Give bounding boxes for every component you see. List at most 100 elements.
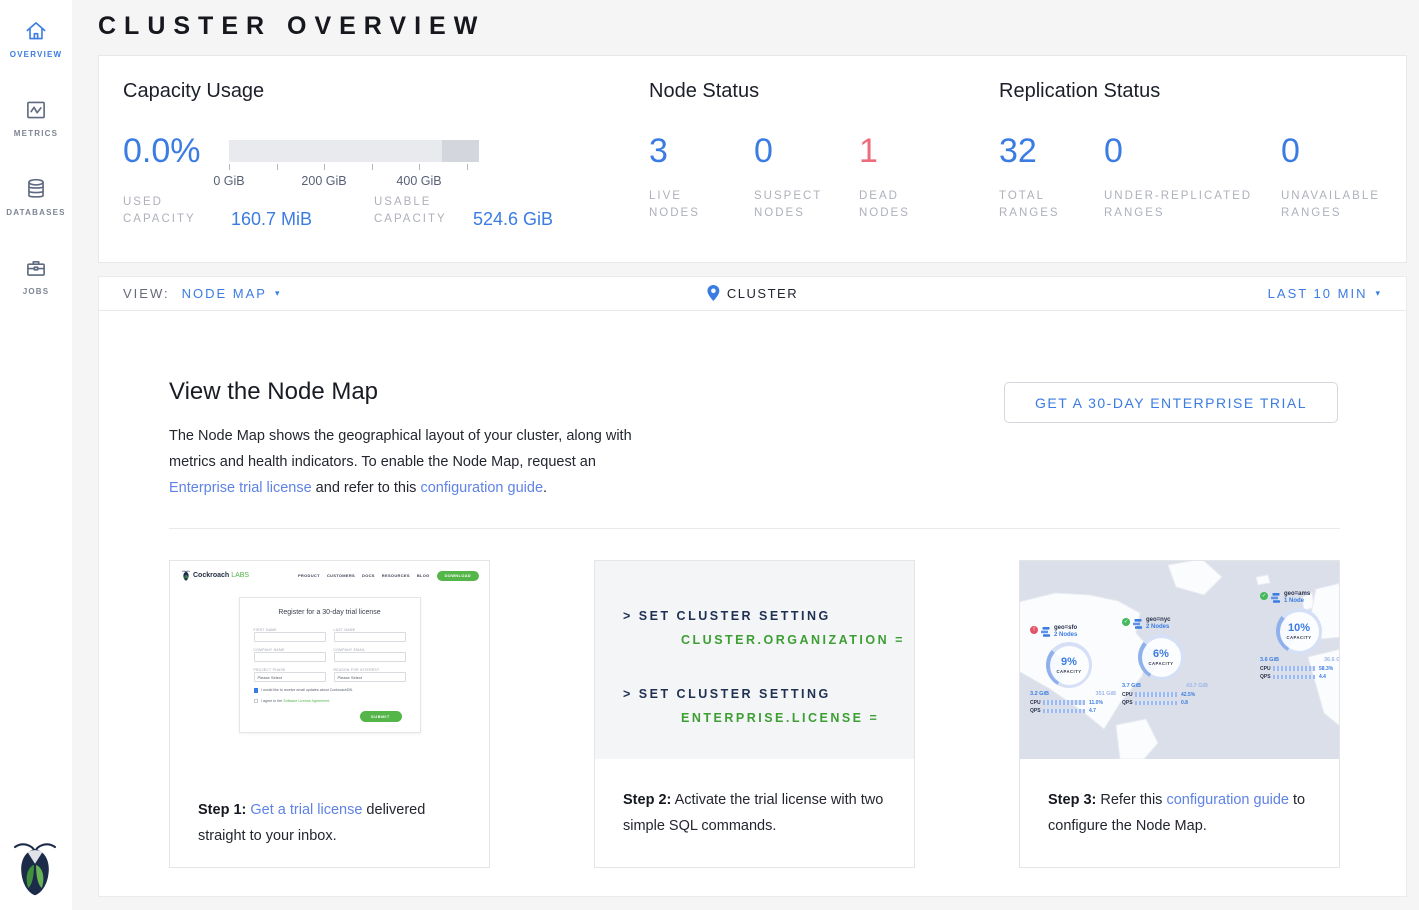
qps-value: 0.8 [1181, 700, 1188, 706]
unavailable-ranges-stat: 0 UNAVAILABLE RANGES [1281, 132, 1411, 222]
configuration-guide-link[interactable]: configuration guide [420, 480, 543, 496]
step3-card: ! geo=sfo2 Nodes 9% CAPACITY 3.2 GiB351 … [1019, 560, 1340, 868]
capacity-ring: 6% CAPACITY [1138, 634, 1184, 680]
checkbox-label: I would like to receive email updates ab… [261, 688, 353, 692]
node-count: 2 Nodes [1146, 624, 1171, 630]
sidebar-item-databases[interactable]: DATABASES [0, 176, 72, 217]
map-node-sfo: ! geo=sfo2 Nodes 9% CAPACITY 3.2 GiB351 … [1030, 625, 1124, 714]
cpu-label: CPU [1030, 700, 1043, 706]
enterprise-trial-license-link[interactable]: Enterprise trial license [169, 480, 312, 496]
capacity-bar-nonusable-segment [442, 140, 480, 162]
step1-card: Cockroach LABS PRODUCT CUSTOMERS DOCS RE… [169, 560, 490, 868]
node-map-preview-image: ! geo=sfo2 Nodes 9% CAPACITY 3.2 GiB351 … [1020, 561, 1339, 759]
nodes-stack-icon [1041, 627, 1051, 637]
brand-suffix: LABS [231, 572, 249, 579]
sql-line: CLUSTER.ORGANIZATION = [623, 628, 914, 652]
sql-code-block: > SET CLUSTER SETTING CLUSTER.ORGANIZATI… [595, 561, 914, 759]
sidebar-item-metrics[interactable]: METRICS [0, 97, 72, 138]
capacity-percent: 9% [1061, 656, 1077, 668]
usable-capacity-value: 524.6 GiB [473, 209, 553, 230]
node-status-section: Node Status 3 LIVE NODES 0 SUSPECT NODES… [649, 56, 989, 262]
sidebar-item-overview[interactable]: OVERVIEW [0, 18, 72, 59]
capacity-ring: 9% CAPACITY [1046, 642, 1092, 688]
section-title: Node Status [649, 80, 759, 103]
used-capacity-value: 160.7 MiB [231, 209, 312, 230]
dead-nodes-stat: 1 DEAD NODES [859, 132, 964, 222]
nodes-stack-icon [1133, 619, 1143, 629]
locality-name: geo=sfo [1054, 625, 1077, 631]
total-capacity: 43.7 GiB [1186, 683, 1208, 689]
capacity-percent: 6% [1153, 648, 1169, 660]
last-name-input [334, 632, 406, 642]
step-number: Step 3: [1048, 792, 1096, 808]
sidebar-item-jobs[interactable]: JOBS [0, 255, 72, 296]
map-node-nyc: ✓ geo=nyc2 Nodes 6% CAPACITY 3.7 GiB43.7… [1122, 617, 1216, 706]
cockroach-labs-logo [14, 840, 56, 896]
locality-name: geo=ams [1284, 591, 1310, 597]
page-title: CLUSTER OVERVIEW [98, 12, 485, 41]
stat-label: UNDER-REPLICATED RANGES [1104, 188, 1264, 222]
configuration-guide-link[interactable]: configuration guide [1166, 792, 1289, 808]
cpu-value: 11.0% [1089, 700, 1103, 706]
email-updates-checkbox [254, 688, 259, 693]
metrics-chart-icon [23, 97, 49, 123]
sidebar-item-label: DATABASES [0, 208, 72, 217]
cpu-label: CPU [1260, 666, 1273, 672]
sidebar-item-label: JOBS [0, 287, 72, 296]
capacity-label: CAPACITY [1056, 669, 1081, 674]
nodes-stack-icon [1271, 593, 1281, 603]
qps-label: QPS [1260, 674, 1273, 680]
sql-line: ENTERPRISE.LICENSE = [623, 706, 914, 730]
time-range-dropdown[interactable]: LAST 10 MIN ▾ [1268, 286, 1382, 301]
description-text: The Node Map shows the geographical layo… [169, 428, 632, 470]
cpu-bar [1273, 666, 1315, 671]
license-agree-checkbox [254, 699, 259, 704]
get-trial-license-link[interactable]: Get a trial license [250, 802, 362, 818]
main-content: CLUSTER OVERVIEW Capacity Usage 0.0% 0 G… [72, 0, 1419, 910]
chevron-down-icon: ▾ [275, 288, 282, 299]
capacity-percent: 10% [1288, 622, 1310, 634]
site-nav: PRODUCT CUSTOMERS DOCS RESOURCES BLOG DO… [298, 571, 479, 581]
caption-text: Refer this [1096, 792, 1166, 808]
cpu-value: 42.5% [1181, 692, 1195, 698]
database-icon [23, 176, 49, 202]
capacity-label: CAPACITY [1148, 661, 1173, 666]
cluster-summary-card: Capacity Usage 0.0% 0 GiB 200 GiB 400 Gi… [98, 55, 1407, 263]
usable-capacity-label: USABLE CAPACITY [374, 194, 474, 228]
location-pin-icon [707, 285, 719, 301]
total-capacity: 351 GiB [1096, 691, 1116, 697]
form-title: Register for a 30-day trial license [254, 609, 406, 616]
chevron-down-icon: ▾ [1375, 288, 1382, 299]
axis-tick-label: 0 GiB [213, 174, 244, 188]
used-capacity: 3.7 GiB [1122, 683, 1141, 689]
sql-line: > SET CLUSTER SETTING [623, 682, 914, 706]
cockroach-bug-icon [182, 570, 190, 581]
view-label: VIEW: [123, 286, 170, 301]
overview-panel: VIEW: NODE MAP ▾ CLUSTER LAST 10 MIN ▾ V… [98, 276, 1407, 897]
replication-status-section: Replication Status 32 TOTAL RANGES 0 UND… [999, 56, 1399, 262]
stat-label: UNAVAILABLE RANGES [1281, 188, 1391, 222]
view-selector-dropdown[interactable]: VIEW: NODE MAP ▾ [123, 286, 281, 301]
sidebar-item-label: OVERVIEW [0, 50, 72, 59]
used-capacity-label: USED CAPACITY [123, 194, 215, 228]
submit-button: SUBMIT [360, 711, 402, 722]
qps-bar [1043, 709, 1085, 714]
cpu-label: CPU [1122, 692, 1135, 698]
stat-label: TOTAL RANGES [999, 188, 1069, 222]
ok-status-icon: ✓ [1260, 592, 1268, 600]
suspect-nodes-stat: 0 SUSPECT NODES [754, 132, 859, 222]
step3-caption: Step 3: Refer this configuration guide t… [1020, 759, 1339, 839]
company-email-input [334, 652, 406, 662]
warning-status-icon: ! [1030, 626, 1038, 634]
section-title: Capacity Usage [123, 80, 264, 103]
step1-caption: Step 1: Get a trial license delivered st… [170, 769, 489, 849]
enterprise-trial-button[interactable]: GET A 30-DAY ENTERPRISE TRIAL [1004, 382, 1338, 423]
cockroach-labs-mini-logo: Cockroach LABS [182, 570, 249, 581]
capacity-bar: 0 GiB 200 GiB 400 GiB [229, 140, 479, 188]
under-replicated-ranges-stat: 0 UNDER-REPLICATED RANGES [1104, 132, 1281, 222]
ok-status-icon: ✓ [1122, 618, 1130, 626]
stat-label: LIVE NODES [649, 188, 719, 222]
capacity-percent: 0.0% [123, 132, 201, 171]
node-map-description: The Node Map shows the geographical layo… [169, 423, 641, 501]
axis-tick-label: 400 GiB [396, 174, 441, 188]
